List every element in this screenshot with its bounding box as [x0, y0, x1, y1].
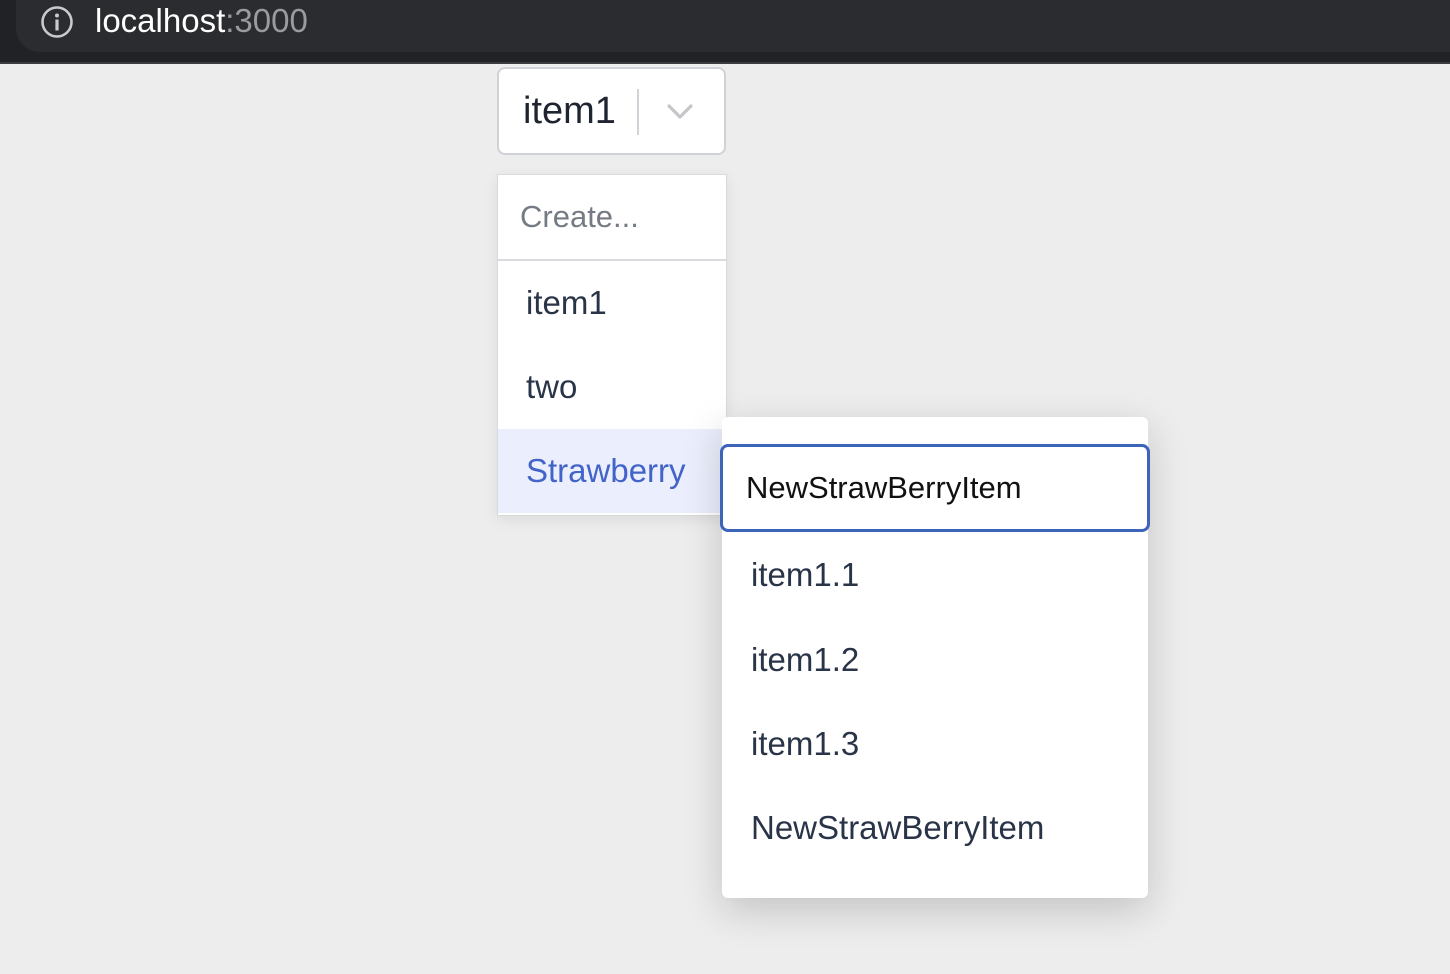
new-item-input[interactable] [720, 444, 1150, 532]
url-port: :3000 [225, 2, 308, 39]
menu-option-strawberry[interactable]: Strawberry [498, 429, 726, 513]
submenu: item1.1 item1.2 item1.3 NewStrawBerryIte… [720, 417, 1150, 898]
select-value: item1 [523, 90, 616, 132]
menu-option-item1[interactable]: item1 [498, 261, 726, 345]
create-input[interactable] [498, 175, 726, 261]
submenu-option-item1-3[interactable]: item1.3 [722, 702, 1148, 786]
menu-option-two[interactable]: two [498, 345, 726, 429]
submenu-option-item1-1[interactable]: item1.1 [722, 533, 1148, 617]
url-host: localhost [95, 2, 226, 39]
select-separator [637, 89, 639, 135]
item-select[interactable]: item1 [497, 67, 726, 155]
submenu-option-item1-2[interactable]: item1.2 [722, 618, 1148, 702]
url-text[interactable]: localhost:3000 [95, 0, 308, 42]
info-circle-icon[interactable] [40, 5, 74, 39]
chevron-down-icon[interactable] [665, 101, 695, 123]
browser-toolbar: localhost:3000 [0, 0, 1450, 64]
select-menu: item1 two Strawberry [497, 174, 727, 516]
submenu-option-newstrawberryitem[interactable]: NewStrawBerryItem [722, 786, 1148, 870]
